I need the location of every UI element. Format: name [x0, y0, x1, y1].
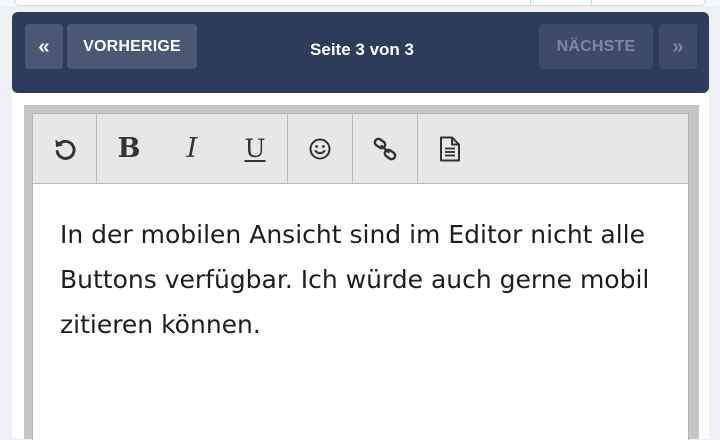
emoji-button[interactable] — [288, 114, 352, 183]
last-page-button[interactable]: » — [659, 24, 697, 69]
toolbar-group-history — [33, 114, 97, 183]
undo-button[interactable] — [33, 114, 97, 183]
page-indicator: Seite 3 von 3 — [310, 40, 414, 59]
bold-icon: B — [117, 133, 141, 164]
next-page-button[interactable]: NÄCHSTE — [539, 24, 653, 69]
underline-button[interactable]: U — [223, 114, 287, 183]
first-page-button[interactable]: « — [25, 24, 63, 69]
card-border — [14, 0, 706, 6]
document-icon — [440, 136, 460, 161]
underline-icon: U — [244, 134, 266, 163]
italic-icon: I — [186, 133, 198, 164]
link-icon — [373, 137, 397, 160]
pagination-bar: « VORHERIGE Seite 3 von 3 NÄCHSTE » — [12, 12, 709, 93]
toolbar-group-emoji — [288, 114, 353, 183]
toolbar-group-link — [353, 114, 418, 183]
toolbar-group-format: B I U — [97, 114, 288, 183]
editor: B I U In der mobilen Ansicht sind im Edi… — [32, 113, 689, 440]
smiley-icon — [309, 138, 331, 159]
bold-button[interactable]: B — [97, 114, 161, 183]
double-chevron-right-icon: » — [672, 35, 684, 58]
editor-frame: B I U In der mobilen Ansicht sind im Edi… — [24, 105, 699, 440]
previous-page-button[interactable]: VORHERIGE — [67, 24, 197, 69]
italic-button[interactable]: I — [160, 114, 224, 183]
double-chevron-left-icon: « — [38, 35, 50, 58]
editor-panel: B I U In der mobilen Ansicht sind im Edi… — [12, 93, 709, 440]
divider — [591, 0, 592, 5]
link-button[interactable] — [353, 114, 417, 183]
editor-toolbar: B I U — [33, 114, 688, 184]
undo-icon — [55, 139, 76, 160]
previous-card-edge — [0, 0, 720, 6]
source-button[interactable] — [418, 114, 482, 183]
divider — [530, 0, 531, 5]
editor-text-area[interactable]: In der mobilen Ansicht sind im Editor ni… — [60, 212, 670, 347]
toolbar-group-source — [418, 114, 482, 183]
